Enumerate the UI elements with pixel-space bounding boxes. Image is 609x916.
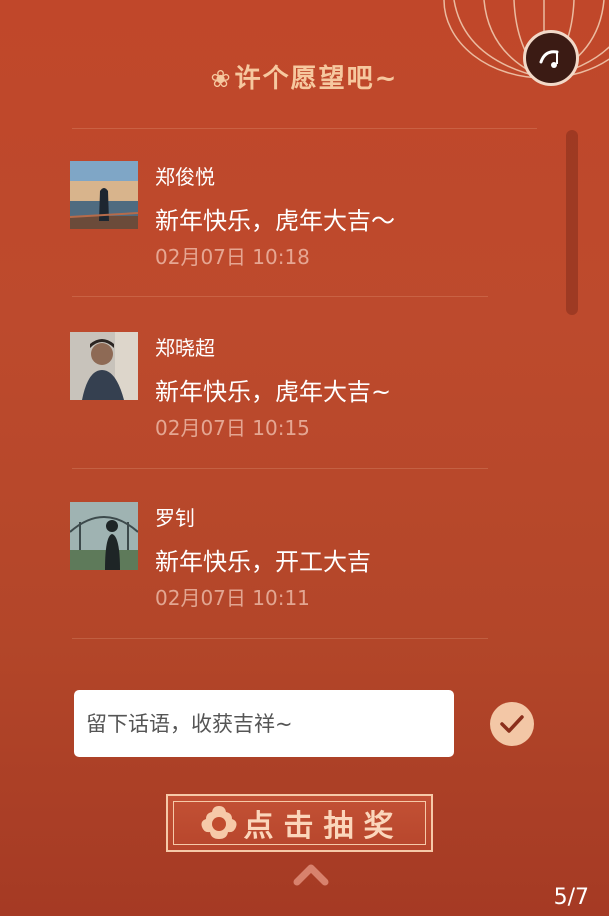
lucky-cloud-icon	[201, 806, 237, 839]
wish-item: 郑晓超 新年快乐，虎年大吉~ 02月07日 10:15	[70, 332, 530, 442]
divider	[72, 296, 488, 297]
wish-author: 郑俊悦	[155, 165, 215, 189]
page-indicator: 5/7	[553, 885, 589, 910]
lottery-button[interactable]: 点击抽奖	[166, 794, 433, 852]
avatar-silhouette	[70, 502, 138, 570]
submit-button[interactable]	[490, 702, 534, 746]
divider	[72, 638, 488, 639]
wish-message: 新年快乐，虎年大吉～	[155, 207, 395, 235]
scrollbar[interactable]	[566, 130, 578, 315]
checkmark-icon	[500, 715, 524, 733]
avatar-seaside	[70, 161, 138, 229]
wish-list[interactable]: 郑俊悦 新年快乐，虎年大吉～ 02月07日 10:18 郑晓超 新年快乐，虎年大…	[0, 128, 560, 648]
avatar-portrait	[70, 332, 138, 400]
wish-time: 02月07日 10:11	[155, 586, 310, 610]
wish-item: 罗钊 新年快乐，开工大吉 02月07日 10:11	[70, 502, 530, 612]
wish-item: 郑俊悦 新年快乐，虎年大吉～ 02月07日 10:18	[70, 161, 530, 271]
wish-time: 02月07日 10:18	[155, 245, 310, 269]
page-title: ❀许个愿望吧~	[0, 58, 609, 95]
divider	[72, 468, 488, 469]
wish-input[interactable]	[74, 690, 454, 757]
wish-author: 郑晓超	[155, 336, 215, 360]
lottery-button-label: 点击抽奖	[243, 809, 404, 844]
title-text: 许个愿望吧~	[234, 64, 399, 94]
flower-icon: ❀	[210, 65, 233, 93]
wish-author: 罗钊	[155, 506, 195, 530]
wish-message: 新年快乐，虎年大吉~	[155, 378, 392, 406]
wish-message: 新年快乐，开工大吉	[155, 548, 371, 576]
wish-time: 02月07日 10:15	[155, 416, 310, 440]
chevron-up-icon[interactable]	[293, 860, 329, 888]
